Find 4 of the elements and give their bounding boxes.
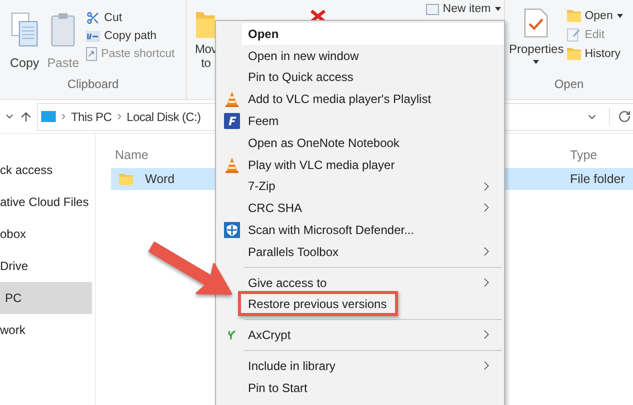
file-name: Word (145, 172, 175, 186)
group-label: Clipboard (67, 77, 119, 91)
group-label: Open (554, 77, 584, 91)
file-type: File folder (570, 172, 625, 186)
